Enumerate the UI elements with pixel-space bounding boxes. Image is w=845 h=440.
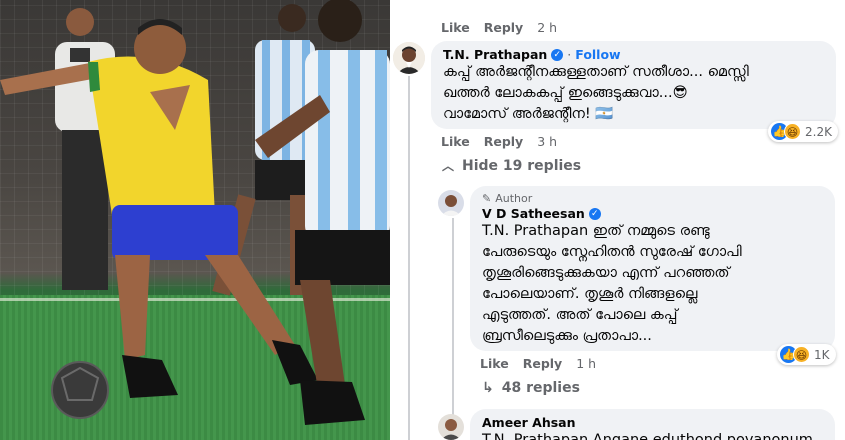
comment-bubble-ameer: Ameer Ahsan T.N. Prathapan Angane edutho… [470,409,835,440]
follow-button[interactable]: Follow [575,47,620,62]
players-illustration [0,0,390,425]
avatar-satheesan-image [438,190,464,216]
like-link[interactable]: Like [441,134,470,149]
separator-dot: · [567,47,572,62]
timestamp[interactable]: 3 h [537,134,557,149]
author-name[interactable]: Ameer Ahsan [482,415,576,430]
author-badge-label: Author [495,192,533,205]
football-photo [0,0,390,440]
screenshot: Like Reply 2 h T.N. Prathapan ✓ · Follow… [0,0,845,440]
haha-reaction-icon: 😆 [784,123,801,140]
comment-actions: Like Reply 1 h [480,356,596,371]
comment-bubble-satheesan: ✎ Author V D Satheesan ✓ T.N. Prathapan … [470,186,835,351]
view-replies-label: 48 replies [501,380,580,396]
reply-link[interactable]: Reply [523,356,562,371]
hide-replies-label: Hide 19 replies [462,157,582,174]
avatar-ameer[interactable] [438,414,464,440]
comment-line: കപ്പ് അർജന്റീനക്കുള്ളതാണ് സതീശാ... മെസ്സ… [443,64,749,80]
prev-comment-actions: Like Reply 2 h [441,20,557,35]
comment-line: ബ്രസീലെടുക്കും പ്രതാപാ... [482,328,652,344]
pencil-icon: ✎ [482,192,492,205]
avatar-prathapan[interactable] [393,42,425,74]
reaction-summary[interactable]: 👍 😆 2.2K [768,121,838,142]
reply-link[interactable]: Reply [484,134,523,149]
reply-arrow-icon: ↳ [482,380,494,396]
chevron-up-icon: ︿ [442,159,455,173]
nested-thread-line [452,218,454,440]
comment-line: എടുത്തത്. അത് പോലെ കപ്പ് [482,307,678,323]
timestamp[interactable]: 1 h [576,356,596,371]
timestamp[interactable]: 2 h [537,20,557,35]
reply-link[interactable]: Reply [484,20,523,35]
avatar-ameer-image [438,414,464,440]
comment-text: T.N. Prathapan ഇത് നമ്മുടെ രണ്ടു പേരുടെയ… [482,221,823,347]
reaction-count: 1K [814,347,830,362]
like-link[interactable]: Like [441,20,470,35]
author-name[interactable]: T.N. Prathapan [443,47,547,62]
comment-line: പേരുടെയും സ്നേഹിതൻ സുരേഷ് ഗോപി [482,244,742,260]
reaction-summary[interactable]: 👍 😆 1K [777,344,836,365]
comment-bubble-prathapan: T.N. Prathapan ✓ · Follow കപ്പ് അർജന്റീന… [431,41,836,129]
verified-badge-icon: ✓ [588,207,601,220]
football [51,361,109,419]
comment-header: V D Satheesan ✓ [482,206,823,221]
comment-text: കപ്പ് അർജന്റീനക്കുള്ളതാണ് സതീശാ... മെസ്സ… [443,62,824,125]
comment-header: T.N. Prathapan ✓ · Follow [443,47,824,62]
haha-reaction-icon: 😆 [793,346,810,363]
avatar-satheesan[interactable] [438,190,464,216]
hide-replies-button[interactable]: ︿ Hide 19 replies [442,157,581,174]
like-link[interactable]: Like [480,356,509,371]
comment-line: ഖത്തർ ലോകകപ്പ് ഇങ്ങെടുക്കുവാ...😎 [443,85,688,101]
avatar-prathapan-image [393,42,425,74]
comment-line: തൃശൂരിങ്ങെടുക്കുകയാ എന്ന് പറഞ്ഞത് [482,265,730,281]
reaction-count: 2.2K [805,124,832,139]
author-name[interactable]: V D Satheesan [482,206,585,221]
comment-line: T.N. Prathapan ഇത് നമ്മുടെ രണ്ടു [482,223,710,239]
comments-panel: Like Reply 2 h T.N. Prathapan ✓ · Follow… [390,0,845,440]
thread-line [408,76,410,440]
comment-line: പോലെയാണ്. തൃശൂർ നിങ്ങളല്ലെ [482,286,698,302]
verified-badge-icon: ✓ [551,48,564,61]
comment-header: Ameer Ahsan [482,415,823,430]
comment-actions: Like Reply 3 h [441,134,557,149]
author-badge: ✎ Author [482,192,823,205]
comment-text: T.N. Prathapan Angane eduthond povanonum [482,432,813,440]
view-replies-button[interactable]: ↳ 48 replies [482,380,580,396]
comment-line: വാമോസ് അർജന്റീന! 🇦🇷 [443,106,614,122]
